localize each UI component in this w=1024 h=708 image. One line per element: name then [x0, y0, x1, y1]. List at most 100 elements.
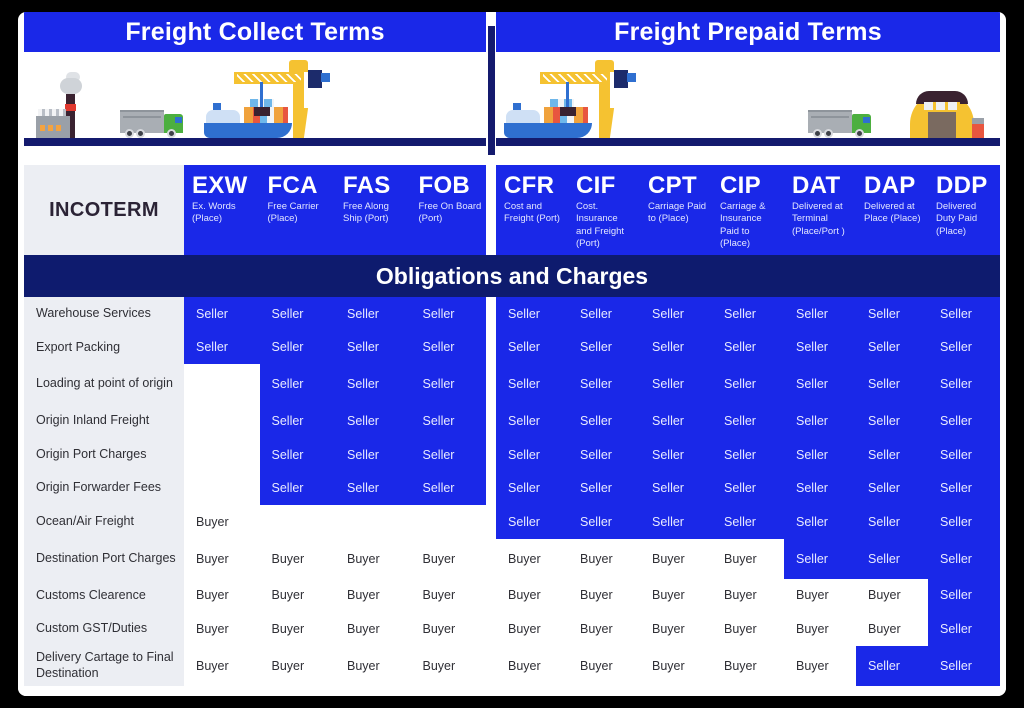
cell-dat: Seller	[784, 471, 856, 505]
cell-group-right: Seller Seller Seller Seller Seller Seller Sell…	[496, 437, 1000, 472]
cell-cif: Buyer	[568, 612, 640, 646]
cell-fas: Seller	[335, 297, 411, 331]
cell-dap: Seller	[856, 364, 928, 405]
cell-fob	[410, 505, 486, 539]
cell-cfr: Seller	[496, 364, 568, 405]
term-column-cfr: CFR Cost and Freight (Port)	[496, 165, 568, 255]
row-label: Export Packing	[24, 330, 184, 365]
cell-group-right: Seller Seller Seller Seller Seller Seller Sell…	[496, 364, 1000, 405]
cell-dap: Buyer	[856, 612, 928, 646]
cell-group-right: Seller Seller Seller Seller Seller Seller Sell…	[496, 404, 1000, 438]
term-code: CFR	[504, 172, 555, 199]
table-row: Export Packing Seller Seller Seller Seller Se…	[18, 330, 1006, 365]
cell-ddp: Seller	[928, 364, 1000, 405]
cell-dat: Seller	[784, 330, 856, 365]
cell-exw	[184, 437, 260, 472]
cell-dat: Seller	[784, 505, 856, 539]
cell-group-right: Buyer Buyer Buyer Buyer Buyer Buyer Seller	[496, 612, 1000, 646]
cell-ddp: Seller	[928, 645, 1000, 686]
cell-cip: Seller	[712, 404, 784, 438]
term-code: DDP	[936, 172, 988, 199]
term-column-ddp: DDP Delivered Duty Paid (Place)	[928, 165, 1000, 255]
cell-fca: Buyer	[259, 538, 335, 579]
cell-fob: Seller	[410, 297, 486, 331]
cell-exw	[184, 404, 260, 438]
row-label: Origin Port Charges	[24, 437, 184, 472]
row-label: Warehouse Services	[24, 297, 184, 331]
cell-ddp: Seller	[928, 538, 1000, 579]
ground-line	[496, 138, 1000, 146]
cell-fas: Buyer	[335, 578, 411, 613]
table-row: Custom GST/Duties Buyer Buyer Buyer Buyer Buy…	[18, 612, 1006, 646]
cell-dap: Seller	[856, 538, 928, 579]
cell-group-left: Buyer Buyer Buyer Buyer	[184, 645, 486, 686]
incoterms-chart: Freight Collect Terms Freight Prepaid Te…	[18, 12, 1006, 696]
cell-cif: Buyer	[568, 645, 640, 686]
cell-cip: Seller	[712, 471, 784, 505]
cell-fas: Buyer	[335, 645, 411, 686]
table-row: Warehouse Services Seller Seller Seller Sell…	[18, 297, 1006, 331]
cell-fob: Buyer	[410, 645, 486, 686]
cell-dap: Seller	[856, 297, 928, 331]
cell-fob: Buyer	[410, 538, 486, 579]
cell-ddp: Seller	[928, 330, 1000, 365]
row-label: Delivery Cartage to Final Destination	[24, 645, 184, 686]
cell-fca: Buyer	[259, 612, 335, 646]
cell-exw: Buyer	[184, 538, 260, 579]
ground-line	[24, 138, 486, 146]
term-column-cip: CIP Carriage & Insurance Paid to (Place)	[712, 165, 784, 255]
term-code: FAS	[343, 172, 391, 199]
term-description: Free Along Ship (Port)	[343, 201, 389, 225]
term-description: Carriage Paid to (Place)	[648, 201, 707, 225]
cell-cip: Buyer	[712, 645, 784, 686]
factory-icon	[36, 72, 88, 138]
banner-row: Freight Collect Terms Freight Prepaid Te…	[18, 12, 1006, 52]
cell-exw	[184, 364, 260, 405]
cell-cif: Buyer	[568, 538, 640, 579]
cell-ddp: Seller	[928, 437, 1000, 472]
cell-group-left: Buyer Buyer Buyer Buyer	[184, 578, 486, 613]
cell-cpt: Seller	[640, 330, 712, 365]
cell-cfr: Buyer	[496, 538, 568, 579]
cell-cfr: Seller	[496, 330, 568, 365]
truck-icon	[120, 110, 186, 138]
cell-cif: Seller	[568, 404, 640, 438]
cell-fas: Seller	[335, 471, 411, 505]
term-column-cpt: CPT Carriage Paid to (Place)	[640, 165, 712, 255]
term-code: FCA	[267, 172, 318, 199]
cell-fob: Seller	[410, 330, 486, 365]
cell-group-left: Seller Seller Seller	[184, 404, 486, 438]
term-description: Free Carrier (Place)	[267, 201, 319, 225]
cell-cpt: Buyer	[640, 538, 712, 579]
table-row: Loading at point of origin Seller Seller Se…	[18, 364, 1006, 405]
table-row: Destination Port Charges Buyer Buyer Buyer B…	[18, 538, 1006, 579]
cell-dap: Seller	[856, 645, 928, 686]
cell-cpt: Buyer	[640, 578, 712, 613]
term-code: EXW	[192, 172, 248, 199]
cell-group-right: Seller Seller Seller Seller Seller Seller Sell…	[496, 297, 1000, 331]
cell-cfr: Seller	[496, 471, 568, 505]
cell-group-left: Seller Seller Seller	[184, 364, 486, 405]
cell-cpt: Buyer	[640, 612, 712, 646]
obligations-matrix: Warehouse Services Seller Seller Seller Sell…	[18, 297, 1006, 696]
row-label: Customs Clearence	[24, 578, 184, 613]
cell-fca: Seller	[259, 297, 335, 331]
illustration-collect	[24, 52, 486, 155]
term-description: Delivered at Place (Place)	[864, 201, 921, 225]
cell-group-right: Seller Seller Seller Seller Seller Seller Sell…	[496, 471, 1000, 505]
cell-cif: Seller	[568, 471, 640, 505]
cell-cif: Seller	[568, 330, 640, 365]
illustration-prepaid	[496, 52, 1000, 155]
cell-cif: Seller	[568, 364, 640, 405]
incoterm-label: INCOTERM	[24, 165, 184, 255]
cell-fob: Buyer	[410, 612, 486, 646]
cell-dat: Buyer	[784, 578, 856, 613]
cell-cfr: Seller	[496, 404, 568, 438]
cell-cpt: Buyer	[640, 645, 712, 686]
term-column-cif: CIF Cost. Insurance and Freight (Port)	[568, 165, 640, 255]
cell-cpt: Seller	[640, 505, 712, 539]
cell-ddp: Seller	[928, 471, 1000, 505]
cell-exw: Seller	[184, 330, 260, 365]
term-code: CIP	[720, 172, 761, 199]
cell-dat: Seller	[784, 297, 856, 331]
